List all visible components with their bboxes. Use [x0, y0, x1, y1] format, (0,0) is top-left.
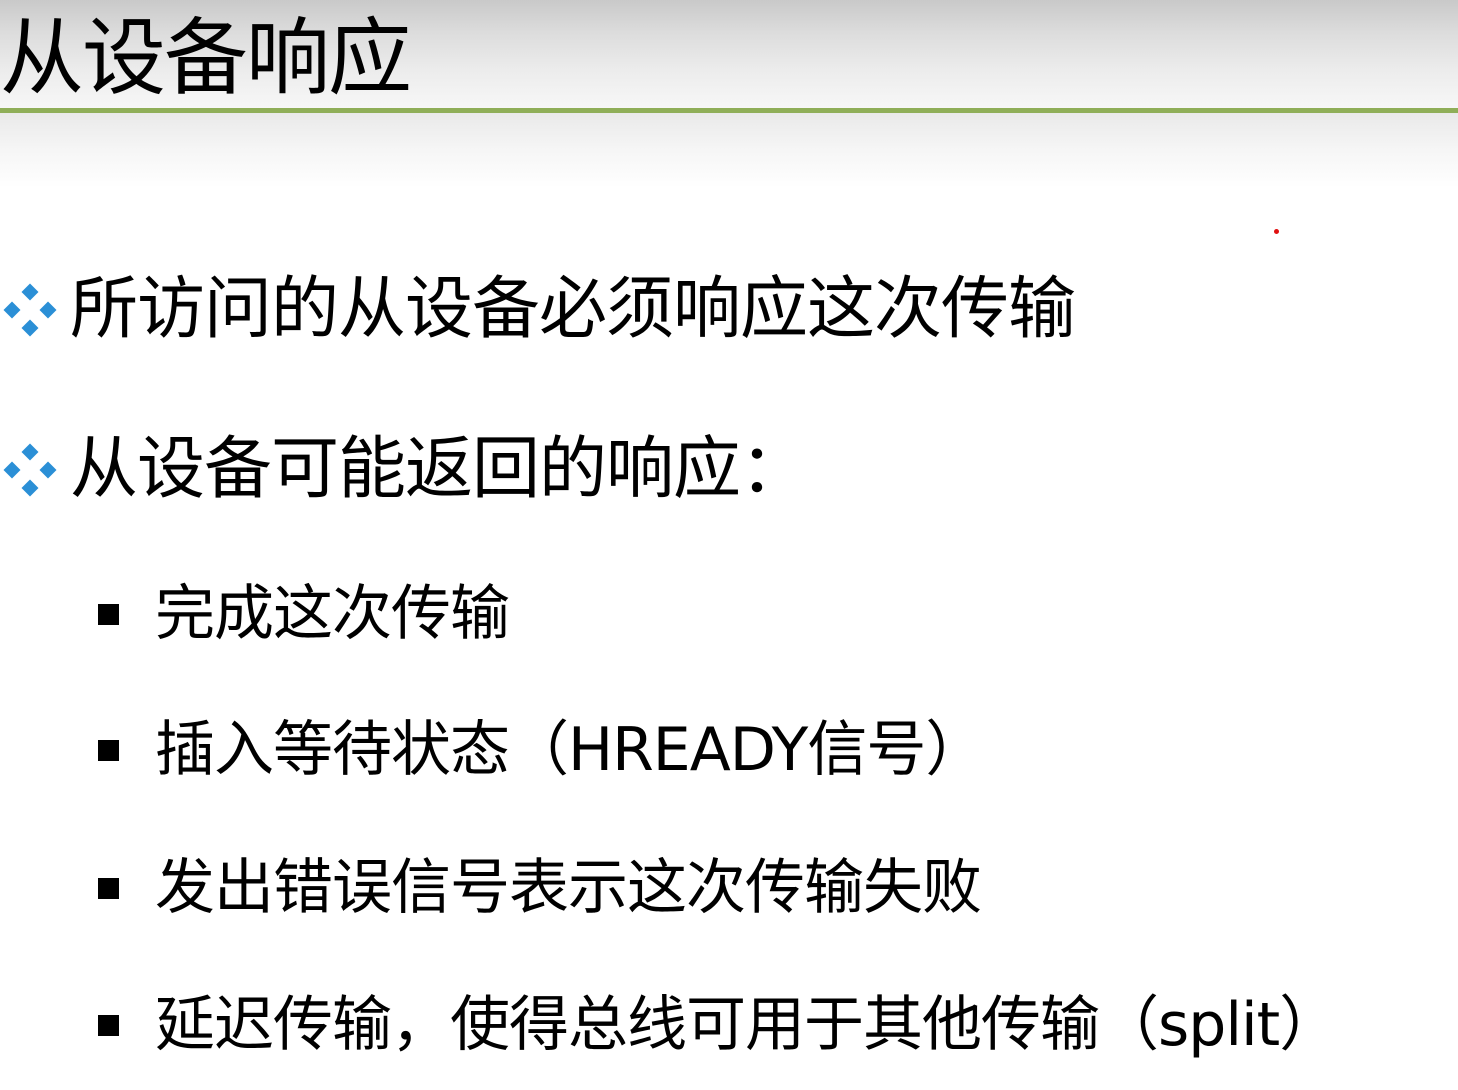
sub-bullet-text: 插入等待状态（HREADY信号） — [155, 715, 985, 785]
diamond-bullet-icon — [3, 283, 57, 337]
sub-bullet-text: 延迟传输，使得总线可用于其他传输（split） — [155, 990, 1339, 1060]
sub-bullet-item: 插入等待状态（HREADY信号） — [98, 714, 985, 786]
sub-bullet-text: 完成这次传输 — [155, 579, 510, 649]
sub-bullet-item: 完成这次传输 — [98, 578, 510, 650]
sub-bullet-item: 延迟传输，使得总线可用于其他传输（split） — [98, 989, 1339, 1061]
laser-pointer-dot — [1274, 229, 1279, 234]
sub-bullet-item: 发出错误信号表示这次传输失败 — [98, 852, 982, 924]
diamond-bullet-icon — [3, 443, 57, 497]
square-bullet-icon — [98, 739, 119, 761]
bullet-item: 所访问的从设备必须响应这次传输 — [0, 270, 1076, 350]
sub-bullet-text: 发出错误信号表示这次传输失败 — [155, 853, 982, 923]
slide-title: 从设备响应 — [0, 9, 412, 107]
slide: 从设备响应 所访问的从设备必须响应这次传输 从设备可能返回的响应： 完成这次传输… — [0, 0, 1458, 1090]
square-bullet-icon — [98, 1014, 119, 1036]
bullet-text: 从设备可能返回的响应： — [70, 430, 808, 509]
bullet-item: 从设备可能返回的响应： — [0, 430, 808, 510]
square-bullet-icon — [98, 877, 119, 899]
bullet-text: 所访问的从设备必须响应这次传输 — [70, 270, 1076, 349]
title-shadow — [0, 113, 1458, 188]
square-bullet-icon — [98, 603, 119, 625]
